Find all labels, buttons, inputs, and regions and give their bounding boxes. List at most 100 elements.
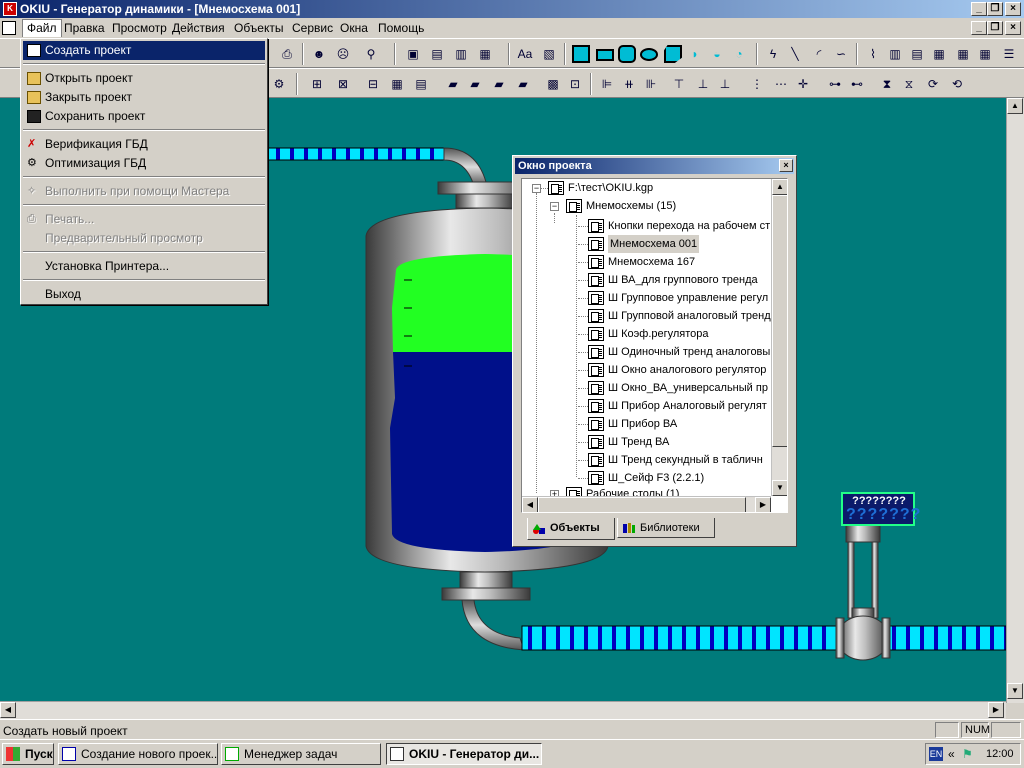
tree-item[interactable]: Ш ВА_для группового тренда xyxy=(608,271,758,289)
bar-chart-tool-icon[interactable]: ▥ xyxy=(886,45,904,63)
order-icon-1[interactable]: ▰ xyxy=(444,75,462,93)
tree-item[interactable]: Ш Прибор ВА xyxy=(608,415,677,433)
tree-item[interactable]: Ш Окно_ВА_универсальный пр xyxy=(608,379,768,397)
space-h-icon[interactable]: ⋯ xyxy=(772,75,790,93)
scroll-up-button[interactable]: ▲ xyxy=(1007,98,1023,114)
align-left-icon[interactable]: ⊫ xyxy=(598,75,616,93)
polygon-tool-icon[interactable] xyxy=(664,45,682,63)
tree-item[interactable]: Ш Одиночный тренд аналоговы xyxy=(608,343,770,361)
tree-item[interactable]: Ш Тренд секундный в табличн xyxy=(608,451,763,469)
rounded-rect-tool-icon[interactable] xyxy=(618,45,636,63)
flip-v-icon[interactable]: ⧖ xyxy=(900,75,918,93)
menu-item-print-preview[interactable]: Предварительный просмотр xyxy=(23,229,265,248)
align-bottom-icon[interactable]: ⊥ xyxy=(716,75,734,93)
tree-item[interactable]: Ш Тренд ВА xyxy=(608,433,669,451)
open-window-icon[interactable]: ▤ xyxy=(428,45,446,63)
tree-item[interactable]: Ш Прибор Аналоговый регулят xyxy=(608,397,767,415)
center-h-icon[interactable]: ⊶ xyxy=(826,75,844,93)
language-indicator[interactable]: EN xyxy=(929,747,943,761)
tab-libraries[interactable]: Библиотеки xyxy=(617,518,715,538)
align-top-icon[interactable]: ⊤ xyxy=(670,75,688,93)
menu-item-print[interactable]: ⎙ Печать... xyxy=(23,210,265,229)
chord-tool-icon[interactable]: ◗ xyxy=(686,45,704,63)
project-tree[interactable]: − F:\тест\OKIU.kgp − Мнемосхемы (15) Кно… xyxy=(521,178,788,513)
table-tool-icon[interactable]: ▦ xyxy=(930,45,948,63)
properties-icon[interactable]: ⚙ xyxy=(270,75,288,93)
tree-scroll-thumb[interactable] xyxy=(772,195,787,447)
align-right-icon[interactable]: ⊪ xyxy=(642,75,660,93)
menu-item-new-project[interactable]: Создать проект xyxy=(23,41,265,60)
user-delete-icon[interactable]: ☹ xyxy=(334,45,352,63)
taskbar-button-doc[interactable]: Создание нового проек... xyxy=(58,743,218,765)
grid-snap-icon[interactable]: ▩ xyxy=(544,75,562,93)
tree-scroll-right-button[interactable]: ▶ xyxy=(755,497,771,512)
flip-h-icon[interactable]: ⧗ xyxy=(878,75,896,93)
menu-item-verify-db[interactable]: ✗ Верификация ГБД xyxy=(23,135,265,154)
arc-line-tool-icon[interactable]: ◜ xyxy=(810,45,828,63)
red-grid-tool-icon[interactable]: ▦ xyxy=(976,45,994,63)
vertical-scrollbar[interactable]: ▲ ▼ xyxy=(1006,98,1024,703)
menu-service[interactable]: Сервис xyxy=(292,21,333,35)
folder-icon[interactable]: ▦ xyxy=(476,45,494,63)
order-icon-2[interactable]: ▰ xyxy=(466,75,484,93)
tree-vertical-scrollbar[interactable]: ▲ ▼ xyxy=(771,179,787,496)
menu-file[interactable]: Файл xyxy=(22,19,62,37)
doc-restore-button[interactable]: ❐ xyxy=(987,21,1003,35)
align-middle-icon[interactable]: ⊥ xyxy=(694,75,712,93)
title-bar[interactable]: K OKIU - Генератор динамики - [Мнемосхем… xyxy=(0,0,1024,18)
tree-scroll-down-button[interactable]: ▼ xyxy=(772,480,787,496)
align-icon-3[interactable]: ⊟ xyxy=(364,75,382,93)
scroll-down-button[interactable]: ▼ xyxy=(1007,683,1023,699)
align-icon-5[interactable]: ▤ xyxy=(412,75,430,93)
collapse-root-toggle[interactable]: − xyxy=(532,184,541,193)
flat-rect-tool-icon[interactable] xyxy=(596,49,614,61)
layers-icon[interactable]: ▥ xyxy=(452,45,470,63)
tree-item[interactable]: Кнопки перехода на рабочем ст xyxy=(608,217,770,235)
menu-item-optimize-db[interactable]: ⚙ Оптимизация ГБД xyxy=(23,154,265,173)
pie-tool-icon[interactable]: ◒ xyxy=(708,45,726,63)
align-icon-2[interactable]: ⊠ xyxy=(334,75,352,93)
line-tool-icon[interactable]: ╲ xyxy=(786,45,804,63)
tab-objects[interactable]: Объекты xyxy=(527,518,615,540)
scroll-left-button[interactable]: ◀ xyxy=(0,702,16,718)
tray-expand-icon[interactable]: « xyxy=(948,747,955,761)
tree-item[interactable]: Ш Коэф.регулятора xyxy=(608,325,709,343)
horizontal-scrollbar[interactable]: ◀ ▶ xyxy=(0,701,1006,719)
tree-scroll-left-button[interactable]: ◀ xyxy=(522,497,538,512)
restore-button[interactable]: ❐ xyxy=(987,2,1003,16)
text-tool-icon[interactable]: Aa xyxy=(516,45,534,63)
project-window-close-button[interactable]: × xyxy=(779,159,793,172)
zigzag-tool-icon[interactable]: ϟ xyxy=(764,45,782,63)
curve-tool-icon[interactable]: ∽ xyxy=(832,45,850,63)
document-icon[interactable] xyxy=(2,21,16,35)
menu-item-wizard[interactable]: ✧ Выполнить при помощи Мастера xyxy=(23,182,265,201)
menu-item-save-project[interactable]: Сохранить проект xyxy=(23,107,265,126)
print-icon[interactable]: ⎙ xyxy=(278,45,296,63)
clock[interactable]: 12:00 xyxy=(986,748,1014,760)
doc-minimize-button[interactable]: _ xyxy=(971,21,987,35)
tree-scroll-up-button[interactable]: ▲ xyxy=(772,179,787,195)
tree-root[interactable]: F:\тест\OKIU.kgp xyxy=(568,179,653,197)
window-icon[interactable]: ▣ xyxy=(404,45,422,63)
menu-actions[interactable]: Действия xyxy=(172,21,225,35)
menu-item-exit[interactable]: Выход xyxy=(23,285,265,304)
tree-item[interactable]: Ш Групповой аналоговый тренд xyxy=(608,307,771,325)
chart-tool-icon[interactable]: ⌇ xyxy=(864,45,882,63)
tree-item[interactable]: Ш Групповое управление регул xyxy=(608,289,768,307)
collapse-group-toggle[interactable]: − xyxy=(550,202,559,211)
align-icon-1[interactable]: ⊞ xyxy=(308,75,326,93)
tree-item[interactable]: Мнемосхема 001 xyxy=(608,235,700,253)
menu-edit[interactable]: Правка xyxy=(64,21,105,35)
app-icon[interactable]: K xyxy=(3,2,17,16)
order-icon-3[interactable]: ▰ xyxy=(490,75,508,93)
tree-hscroll-thumb[interactable] xyxy=(538,497,746,512)
arc-tool-icon[interactable]: ◔ xyxy=(730,45,748,63)
snap-icon[interactable]: ⊡ xyxy=(566,75,584,93)
network-icon[interactable]: ⚑ xyxy=(962,747,973,761)
find-icon[interactable]: ⚲ xyxy=(362,45,380,63)
image-tool-icon[interactable]: ▧ xyxy=(540,45,558,63)
tree-group-mnemo[interactable]: Мнемосхемы (15) xyxy=(586,197,676,215)
menu-item-printer-setup[interactable]: Установка Принтера... xyxy=(23,257,265,276)
user-icon[interactable]: ☻ xyxy=(310,45,328,63)
rotate-left-icon[interactable]: ⟲ xyxy=(948,75,966,93)
